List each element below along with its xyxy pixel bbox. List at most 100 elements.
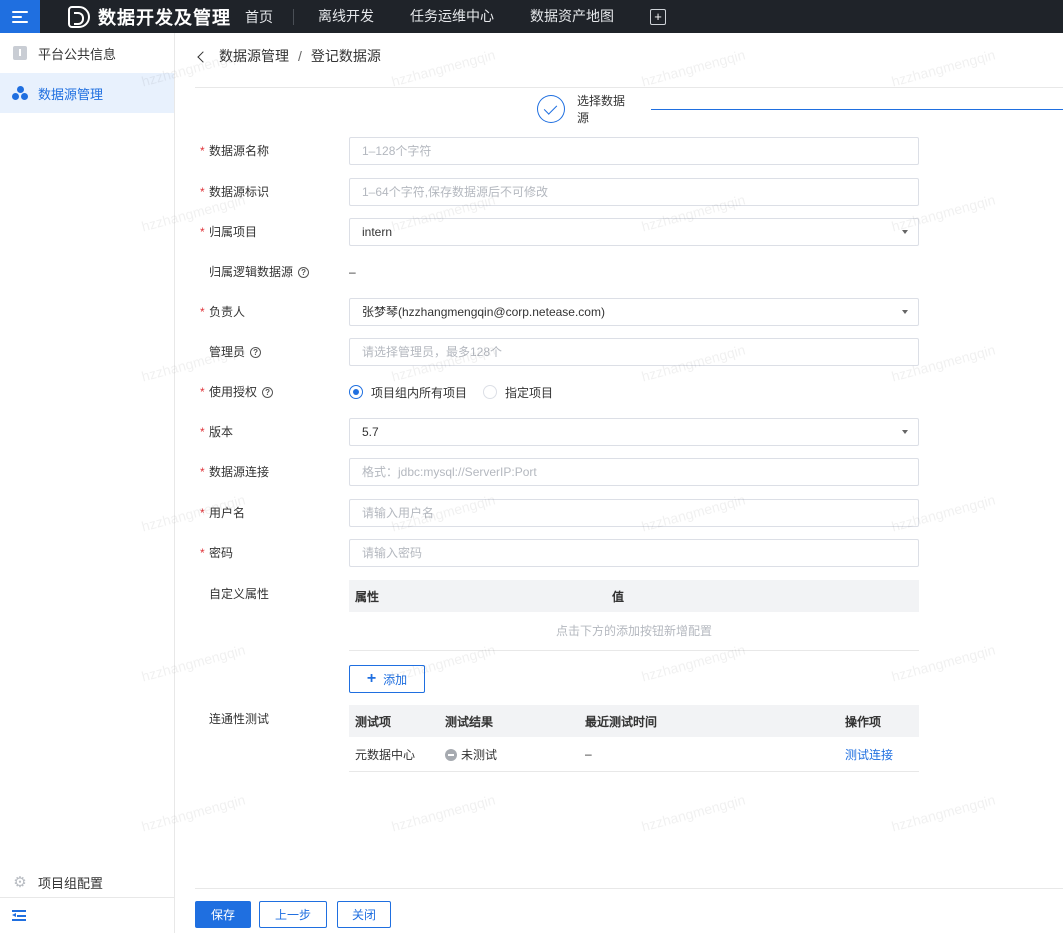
sidebar-item-project-config[interactable]: ⚙ 项目组配置 — [0, 862, 174, 902]
project-label: 归属项目 — [209, 225, 258, 239]
password-label: 密码 — [209, 546, 234, 560]
form-row-connection: * 数据源连接 格式：jdbc:mysql://ServerIP:Port — [175, 458, 1063, 486]
add-property-button[interactable]: + 添加 — [349, 665, 425, 693]
form-row-auth: * 使用授权? 项目组内所有项目 指定项目 — [175, 378, 1063, 406]
add-button-label: 添加 — [383, 672, 408, 687]
form-row-version: * 版本 5.7 — [175, 418, 1063, 446]
form-row-username: * 用户名 请输入用户名 — [175, 499, 1063, 527]
radio-specific-project[interactable]: 指定项目 — [483, 384, 553, 401]
sidebar: 平台公共信息 数据源管理 ⚙ 项目组配置 — [0, 33, 175, 933]
help-icon[interactable]: ? — [262, 386, 274, 398]
radio-label: 指定项目 — [505, 385, 554, 400]
custom-props-label: 自定义属性 — [209, 587, 270, 601]
admin-select[interactable]: 请选择管理员，最多128个 — [349, 338, 919, 366]
empty-hint: 点击下方的添加按钮新增配置 — [349, 612, 919, 651]
nav-item-offline-dev[interactable]: 离线开发 — [300, 0, 392, 33]
caret-down-icon — [902, 430, 908, 434]
breadcrumb-parent[interactable]: 数据源管理 — [219, 46, 289, 66]
name-label: 数据源名称 — [209, 144, 270, 158]
cluster-icon — [12, 85, 28, 101]
menu-icon — [12, 10, 28, 23]
auth-radio-group: 项目组内所有项目 指定项目 — [349, 378, 569, 406]
app-title: 数据开发及管理 — [98, 7, 231, 28]
column-header: 属性 — [355, 589, 380, 604]
add-tab-icon[interactable]: + — [650, 8, 666, 25]
back-arrow-icon[interactable] — [197, 50, 209, 63]
step-label: 选择数据源 — [576, 94, 625, 125]
save-button[interactable]: 保存 — [195, 901, 251, 928]
nav-item-task-ops[interactable]: 任务运维中心 — [392, 0, 512, 33]
close-button[interactable]: 关闭 — [337, 901, 391, 928]
help-icon[interactable]: ? — [250, 346, 262, 358]
breadcrumb-separator: / — [298, 48, 302, 64]
radio-label: 项目组内所有项目 — [371, 385, 468, 400]
app-logo[interactable]: 数据开发及管理 — [68, 4, 231, 30]
caret-down-icon — [902, 230, 908, 234]
logical-value: – — [349, 265, 356, 279]
version-select[interactable]: 5.7 — [349, 418, 919, 446]
username-input[interactable]: 请输入用户名 — [349, 499, 919, 527]
column-header: 最近测试时间 — [585, 714, 658, 729]
version-select-value: 5.7 — [362, 425, 379, 439]
step-connector — [650, 108, 1063, 110]
caret-down-icon — [902, 310, 908, 314]
minus-circle-icon — [445, 748, 457, 761]
connection-input[interactable]: 格式：jdbc:mysql://ServerIP:Port — [349, 458, 919, 486]
owner-select[interactable]: 张梦琴(hzzhangmengqin@corp.netease.com) — [349, 298, 919, 326]
form-row-admin: 管理员? 请选择管理员，最多128个 — [175, 338, 1063, 366]
table-header: 测试项 测试结果 最近测试时间 操作项 — [349, 705, 919, 737]
datasource-name-input[interactable]: 1–128个字符 — [349, 137, 919, 165]
owner-label: 负责人 — [209, 305, 246, 319]
test-connection-link[interactable]: 测试连接 — [839, 746, 893, 763]
collapse-icon — [12, 910, 26, 921]
connectivity-label: 连通性测试 — [209, 712, 270, 726]
nav-item-data-asset-map[interactable]: 数据资产地图 — [512, 0, 632, 33]
column-header: 测试结果 — [445, 714, 494, 729]
form-row-identifier: * 数据源标识 1–64个字符,保存数据源后不可修改 — [175, 178, 1063, 206]
logical-label: 归属逻辑数据源 — [209, 265, 294, 279]
main-nav: 首页 离线开发 任务运维中心 数据资产地图 + — [245, 0, 666, 33]
logo-icon — [68, 5, 90, 28]
form-row-owner: * 负责人 张梦琴(hzzhangmengqin@corp.netease.com… — [175, 298, 1063, 326]
project-select-value: intern — [362, 225, 393, 239]
project-select[interactable]: intern — [349, 218, 919, 246]
password-input[interactable]: 请输入密码 — [349, 539, 919, 567]
breadcrumb-current: 登记数据源 — [310, 48, 381, 64]
sidebar-item-label: 项目组配置 — [38, 875, 104, 891]
breadcrumb: 数据源管理 / 登记数据源 — [197, 46, 381, 66]
check-icon — [537, 95, 565, 123]
test-time: – — [585, 747, 592, 761]
top-nav-bar: 数据开发及管理 首页 离线开发 任务运维中心 数据资产地图 + — [0, 0, 1063, 33]
test-result-text: 未测试 — [461, 747, 498, 762]
auth-label: 使用授权 — [209, 385, 258, 399]
sidebar-item-platform-info[interactable]: 平台公共信息 — [0, 33, 174, 73]
column-header: 值 — [612, 589, 625, 604]
column-header: 操作项 — [845, 714, 882, 729]
help-icon[interactable]: ? — [298, 266, 310, 278]
identifier-label: 数据源标识 — [209, 185, 270, 199]
version-label: 版本 — [209, 425, 234, 439]
sidebar-item-label: 数据源管理 — [38, 86, 104, 102]
form-row-project: * 归属项目 intern — [175, 218, 1063, 246]
sidebar-item-datasource-manage[interactable]: 数据源管理 — [0, 73, 174, 113]
nav-item-home[interactable]: 首页 — [245, 8, 294, 25]
table-header: 属性 值 — [349, 580, 919, 612]
main-content: 数据源管理 / 登记数据源 选择数据源 * 数据源名称 1–128个字符 * 数据源… — [175, 33, 1063, 933]
connectivity-table: 测试项 测试结果 最近测试时间 操作项 元数据中心 未测试 – 测试连接 — [349, 705, 919, 772]
sidebar-item-label: 平台公共信息 — [38, 46, 117, 62]
datasource-identifier-input[interactable]: 1–64个字符,保存数据源后不可修改 — [349, 178, 919, 206]
test-result: 未测试 — [439, 746, 579, 763]
collapse-sidebar-button[interactable] — [0, 897, 174, 933]
owner-select-value: 张梦琴(hzzhangmengqin@corp.netease.com) — [362, 305, 605, 319]
doc-icon — [12, 45, 28, 61]
table-row: 元数据中心 未测试 – 测试连接 — [349, 737, 919, 772]
radio-unchecked-icon — [483, 385, 498, 399]
username-label: 用户名 — [209, 506, 246, 520]
prev-step-button[interactable]: 上一步 — [259, 901, 327, 928]
form-row-password: * 密码 请输入密码 — [175, 539, 1063, 567]
custom-props-table: 属性 值 点击下方的添加按钮新增配置 — [349, 580, 919, 651]
radio-all-projects[interactable]: 项目组内所有项目 — [349, 384, 467, 401]
divider — [195, 87, 1063, 88]
menu-button[interactable] — [0, 0, 40, 33]
test-item: 元数据中心 — [355, 747, 416, 762]
